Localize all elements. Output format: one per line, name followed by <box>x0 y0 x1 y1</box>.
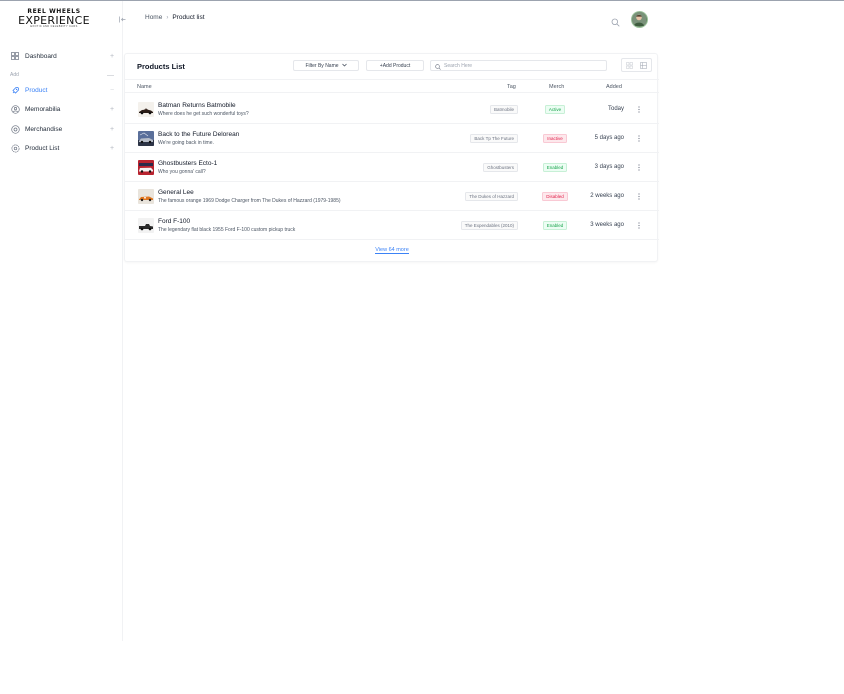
more-options-icon[interactable] <box>635 133 643 144</box>
product-description: Who you gonna' call? <box>158 169 206 175</box>
breadcrumb-home[interactable]: Home <box>145 14 162 21</box>
view-more-link-container: View 64 more <box>125 247 659 254</box>
merch-status: Enabled <box>542 221 568 230</box>
filter-by-name-dropdown[interactable]: Filter By Name <box>293 60 359 71</box>
product-tag: Batmobile <box>489 105 518 114</box>
rocket-icon <box>10 85 20 95</box>
ford-f100-thumbnail <box>138 218 154 233</box>
status-badge: Inactive <box>543 134 567 143</box>
products-card: Products List Filter By Name +Add Produc… <box>124 53 659 262</box>
grid-icon <box>10 51 20 61</box>
collapse-minus-icon[interactable]: — <box>107 72 114 79</box>
product-tag: The Dukes of Hazzard <box>465 192 518 201</box>
sidebar-item-label: Product <box>25 86 48 94</box>
breadcrumb-current: Product list <box>172 14 205 21</box>
more-options-icon[interactable] <box>635 191 643 202</box>
added-date: Today <box>607 106 624 112</box>
expand-plus-icon[interactable]: + <box>108 53 116 60</box>
sidebar-item-merchandise[interactable]: Merchandise + <box>8 122 116 136</box>
section-label: Add <box>10 72 19 78</box>
chevron-down-icon <box>341 63 347 69</box>
search-input[interactable] <box>444 62 594 69</box>
product-tag: Ghostbusters <box>483 163 518 172</box>
app: REEL WHEELS EXPERIENCE EXOTIC AND CELEBR… <box>0 1 844 641</box>
more-options-icon[interactable] <box>635 104 643 115</box>
product-name[interactable]: Ford F-100 <box>158 218 190 225</box>
page-title: Products List <box>137 62 185 71</box>
expand-plus-icon[interactable]: − <box>108 87 116 94</box>
sidebar-item-label: Product List <box>25 144 60 152</box>
view-toggle[interactable] <box>621 58 652 72</box>
status-badge: Enabled <box>542 163 568 172</box>
view-more-link[interactable]: View 64 more <box>375 247 409 254</box>
collapse-sidebar-icon[interactable] <box>118 14 128 24</box>
user-circle-icon <box>10 104 20 114</box>
ecto-1-thumbnail <box>138 160 154 175</box>
expand-plus-icon[interactable]: + <box>108 106 116 113</box>
table-row[interactable]: Batman Returns Batmobile Where does he g… <box>125 95 659 124</box>
product-name[interactable]: Batman Returns Batmobile <box>158 102 236 109</box>
sidebar: REEL WHEELS EXPERIENCE EXOTIC AND CELEBR… <box>0 1 123 641</box>
sidebar-item-product[interactable]: Product − <box>8 83 116 97</box>
expand-plus-icon[interactable]: + <box>108 126 116 133</box>
product-description: The famous orange 1969 Dodge Charger fro… <box>158 198 341 204</box>
merch-status: Inactive <box>542 134 568 143</box>
merch-status: Disabled <box>542 192 568 201</box>
chevron-right-icon: › <box>166 14 169 21</box>
product-tag: Back Tp The Future <box>470 134 518 143</box>
status-badge: Active <box>544 105 566 114</box>
added-date: 2 weeks ago <box>590 193 624 199</box>
column-header-added[interactable]: Added <box>606 84 622 90</box>
table-header: Name Tag Merch Added <box>125 79 659 93</box>
delorean-thumbnail <box>138 131 154 146</box>
search-icon <box>435 57 441 75</box>
brand-logo[interactable]: REEL WHEELS EXPERIENCE EXOTIC AND CELEBR… <box>14 9 94 29</box>
table-row[interactable]: Back to the Future Delorean We're going … <box>125 124 659 153</box>
list-view-icon[interactable] <box>638 60 649 70</box>
filter-label: Filter By Name <box>305 62 339 69</box>
sidebar-item-label: Merchandise <box>25 125 63 133</box>
cog-outline-icon <box>10 143 20 153</box>
sidebar-section-add: Add — <box>10 71 114 79</box>
search-icon[interactable] <box>611 14 621 27</box>
batmobile-thumbnail <box>138 102 154 117</box>
product-description: The legendary flat black 1955 Ford F-100… <box>158 227 296 233</box>
table-row[interactable]: Ghostbusters Ecto-1 Who you gonna' call?… <box>125 153 659 182</box>
product-description: Where does he get such wonderful toys? <box>158 111 249 117</box>
sidebar-item-dashboard[interactable]: Dashboard + <box>8 49 116 63</box>
search-field[interactable] <box>430 60 607 71</box>
table-row[interactable]: Ford F-100 The legendary flat black 1955… <box>125 211 659 240</box>
product-tag: The Expendables (2010) <box>460 221 518 230</box>
product-name[interactable]: General Lee <box>158 189 194 196</box>
general-lee-thumbnail <box>138 189 154 204</box>
product-description: We're going back in time. <box>158 140 214 146</box>
more-options-icon[interactable] <box>635 220 643 231</box>
expand-plus-icon[interactable]: + <box>108 145 116 152</box>
merch-status: Active <box>542 105 568 114</box>
status-badge: Enabled <box>542 221 568 230</box>
settings-icon <box>10 124 20 134</box>
column-header-merch[interactable]: Merch <box>549 84 564 90</box>
added-date: 3 days ago <box>594 164 624 170</box>
sidebar-item-label: Dashboard <box>25 52 57 60</box>
grid-view-icon[interactable] <box>624 60 635 70</box>
add-product-button[interactable]: +Add Product <box>366 60 424 71</box>
sidebar-item-product-list[interactable]: Product List + <box>8 141 116 155</box>
sidebar-item-memorabilia[interactable]: Memorabilia + <box>8 102 116 116</box>
avatar[interactable] <box>631 11 648 28</box>
breadcrumb: Home › Product list <box>145 14 205 21</box>
product-name[interactable]: Back to the Future Delorean <box>158 131 239 138</box>
added-date: 5 days ago <box>594 135 624 141</box>
table-row[interactable]: General Lee The famous orange 1969 Dodge… <box>125 182 659 211</box>
more-options-icon[interactable] <box>635 162 643 173</box>
product-name[interactable]: Ghostbusters Ecto-1 <box>158 160 217 167</box>
merch-status: Enabled <box>542 163 568 172</box>
status-badge: Disabled <box>542 192 568 201</box>
sidebar-item-label: Memorabilia <box>25 105 61 113</box>
added-date: 3 weeks ago <box>590 222 624 228</box>
column-header-tag[interactable]: Tag <box>507 84 516 90</box>
add-product-label: +Add Product <box>379 62 411 69</box>
column-header-name[interactable]: Name <box>137 84 152 90</box>
